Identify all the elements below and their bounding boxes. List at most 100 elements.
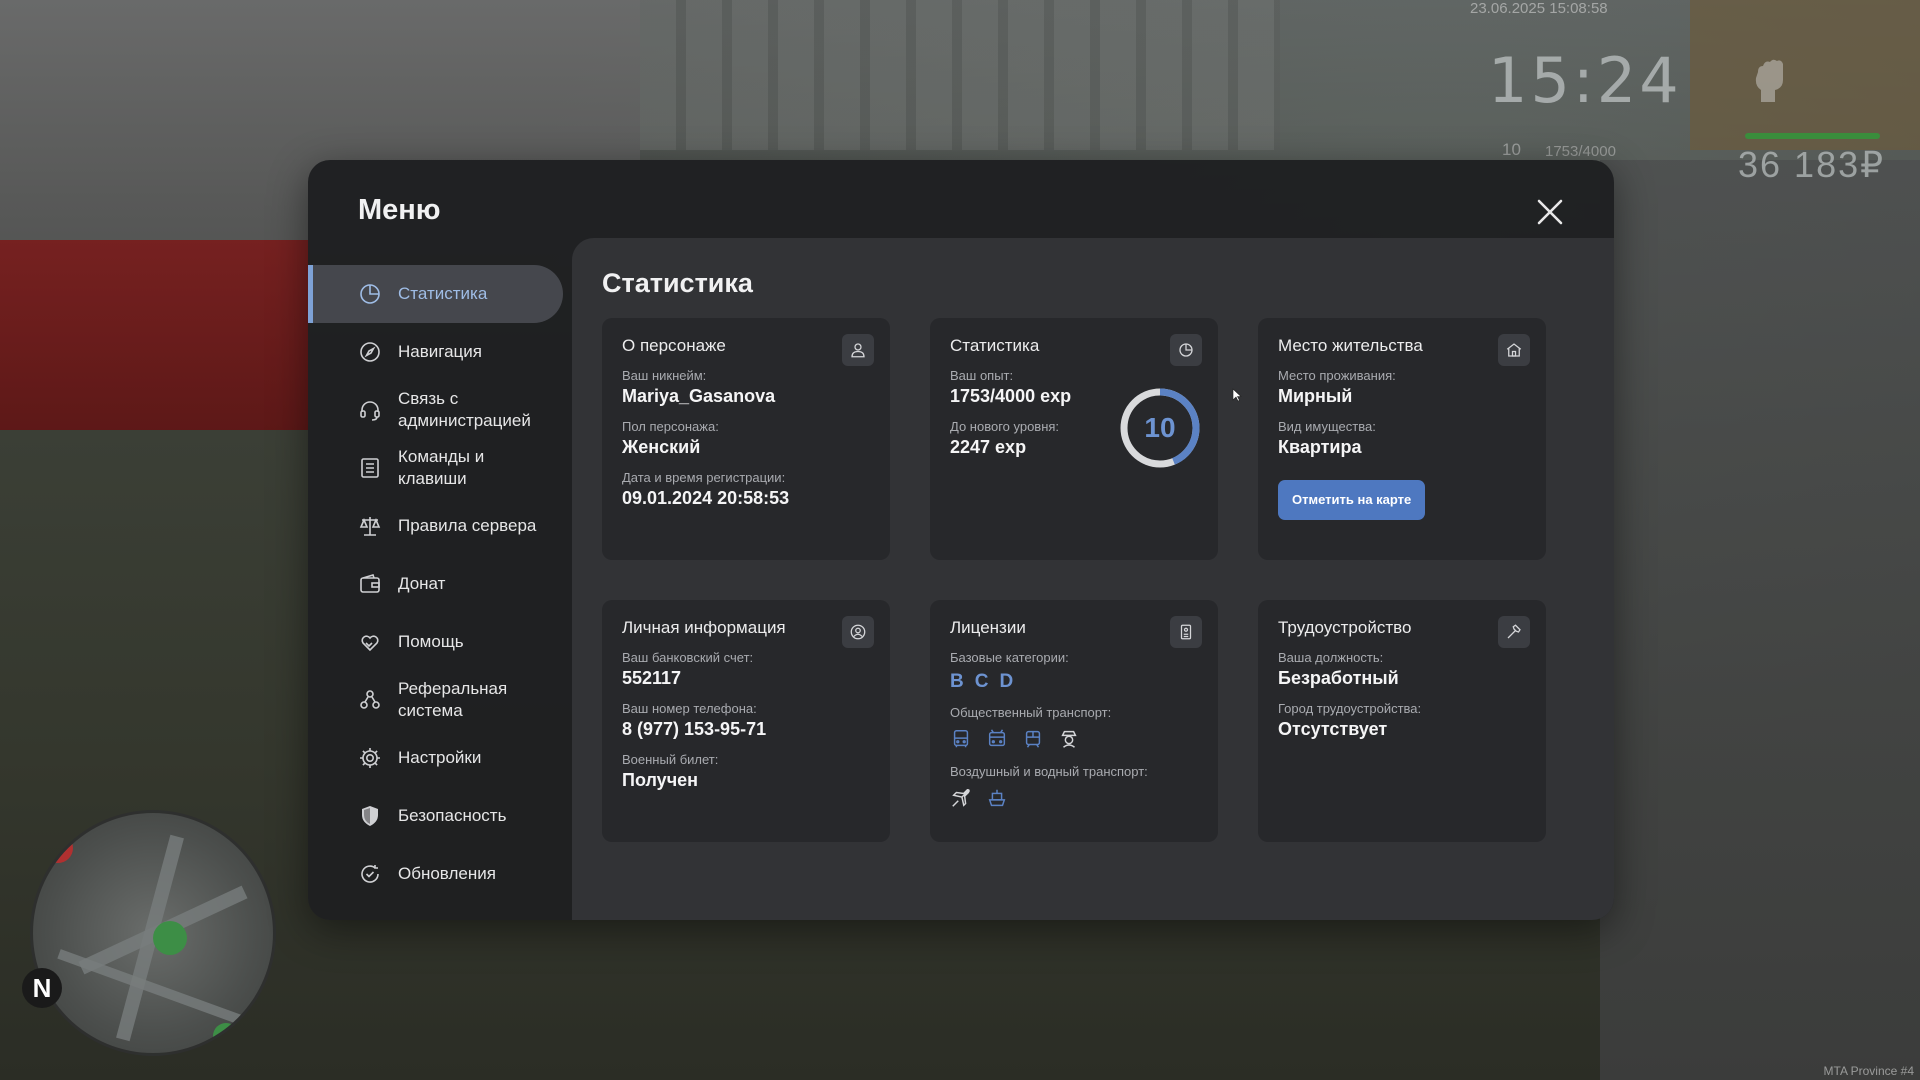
hammer-icon xyxy=(1498,616,1530,648)
card-licenses: Лицензии Базовые категории: B C D Общест… xyxy=(930,600,1218,842)
card-personal-info: Личная информация Ваш банковский счет: 5… xyxy=(602,600,890,842)
compass-icon xyxy=(358,340,382,364)
hud-exp: 1753/4000 xyxy=(1545,143,1616,160)
minimap-road xyxy=(57,949,249,1027)
card-title: Лицензии xyxy=(950,618,1026,637)
shield-icon xyxy=(358,804,382,828)
gender-value: Женский xyxy=(622,437,701,457)
refresh-check-icon xyxy=(358,862,382,886)
license-category: D xyxy=(999,671,1014,692)
exp-label: Ваш опыт: xyxy=(950,368,1014,383)
content-panel: Статистика О персонаже Ваш никнейм: Mari… xyxy=(572,238,1614,920)
registration-value: 09.01.2024 20:58:53 xyxy=(622,488,790,508)
property-type-label: Вид имущества: xyxy=(1278,419,1376,434)
gear-icon xyxy=(358,746,382,770)
pie-chart-icon xyxy=(358,282,382,306)
sidebar-item-commands[interactable]: Команды и клавиши xyxy=(308,439,563,497)
sidebar-item-donate[interactable]: Донат xyxy=(308,555,563,613)
sidebar-item-label: Безопасность xyxy=(398,806,507,825)
nickname-label: Ваш никнейм: xyxy=(622,368,707,383)
sidebar-item-rules[interactable]: Правила сервера xyxy=(308,497,563,555)
sidebar-item-help[interactable]: Помощь xyxy=(308,613,563,671)
sidebar-item-updates[interactable]: Обновления xyxy=(308,845,563,903)
card-about: О персонаже Ваш никнейм: Mariya_Gasanova… xyxy=(602,318,890,560)
public-transport-icons xyxy=(950,728,1198,752)
bank-account-value: 552117 xyxy=(622,668,682,688)
sidebar-item-referral[interactable]: Реферальная система xyxy=(308,671,563,729)
pie-chart-icon xyxy=(1170,334,1202,366)
card-statistics: Статистика Ваш опыт: 1753/4000 exp До но… xyxy=(930,318,1218,560)
sidebar-item-label: Навигация xyxy=(398,342,482,361)
user-icon xyxy=(842,334,874,366)
taxi-driver-icon xyxy=(1058,728,1082,752)
bank-account-label: Ваш банковский счет: xyxy=(622,650,754,665)
plane-icon xyxy=(950,787,974,811)
job-city-value: Отсутствует xyxy=(1278,719,1388,739)
user-circle-icon xyxy=(842,616,874,648)
card-title: О персонаже xyxy=(622,336,726,355)
sidebar-item-label: Правила сервера xyxy=(398,516,537,535)
wallet-icon xyxy=(358,572,382,596)
headset-icon xyxy=(358,398,382,422)
nickname-value: Mariya_Gasanova xyxy=(622,386,776,406)
sidebar-item-label: Донат xyxy=(398,574,446,593)
close-button[interactable] xyxy=(1534,196,1566,228)
gender-label: Пол персонажа: xyxy=(622,419,719,434)
job-position-value: Безработный xyxy=(1278,668,1399,688)
air-water-transport-label: Воздушный и водный транспорт: xyxy=(950,764,1148,779)
residence-place-value: Мирный xyxy=(1278,386,1353,406)
job-city-label: Город трудоустройства: xyxy=(1278,701,1422,716)
hud-health-bar xyxy=(1745,133,1880,139)
air-water-transport-icons xyxy=(950,787,1198,811)
sidebar-item-navigation[interactable]: Навигация xyxy=(308,323,563,381)
sidebar-item-statistics[interactable]: Статистика xyxy=(308,265,563,323)
background-road xyxy=(1600,160,1920,1080)
minimap[interactable] xyxy=(30,810,276,1056)
card-title: Личная информация xyxy=(622,618,786,637)
heart-hand-icon xyxy=(358,630,382,654)
hud-datetime: 23.06.2025 15:08:58 xyxy=(1470,0,1608,17)
card-title: Статистика xyxy=(950,336,1040,355)
registration-label: Дата и время регистрации: xyxy=(622,470,786,485)
tram-icon xyxy=(1022,728,1046,752)
sidebar-item-label: Помощь xyxy=(398,632,464,651)
card-title: Трудоустройство xyxy=(1278,618,1412,637)
license-category: B xyxy=(950,671,964,692)
bank-marker-icon xyxy=(213,1023,239,1049)
phone-label: Ваш номер телефона: xyxy=(622,701,757,716)
sidebar-item-label: Связь с администрацией xyxy=(398,389,531,430)
property-type-value: Квартира xyxy=(1278,437,1362,457)
document-list-icon xyxy=(358,456,382,480)
sidebar-item-label: Настройки xyxy=(398,748,482,767)
sidebar-item-security[interactable]: Безопасность xyxy=(308,787,563,845)
scales-icon xyxy=(358,514,382,538)
hud-level: 10 xyxy=(1502,140,1521,159)
boat-icon xyxy=(986,787,1010,811)
hud-money: 36 183₽ xyxy=(1738,144,1886,185)
license-icon xyxy=(1170,616,1202,648)
card-employment: Трудоустройство Ваша должность: Безработ… xyxy=(1258,600,1546,842)
level-number: 10 xyxy=(1144,412,1176,443)
military-id-label: Военный билет: xyxy=(622,752,719,767)
trolleybus-icon xyxy=(986,728,1010,752)
phone-value: 8 (977) 153-95-71 xyxy=(622,719,767,739)
sidebar: Статистика Навигация Связь с администрац… xyxy=(308,265,563,903)
license-categories: B C D xyxy=(950,671,1198,693)
page-title: Статистика xyxy=(602,268,753,298)
background-building xyxy=(640,0,1280,150)
close-icon xyxy=(1537,199,1563,225)
sidebar-item-settings[interactable]: Настройки xyxy=(308,729,563,787)
sidebar-item-label: Реферальная система xyxy=(398,679,508,720)
referral-icon xyxy=(358,688,382,712)
fist-icon xyxy=(1748,56,1790,104)
hud-clock: 15:24 xyxy=(1488,44,1682,117)
mark-on-map-button[interactable]: Отметить на карте xyxy=(1278,480,1426,520)
sidebar-item-label: Команды и клавиши xyxy=(398,447,485,488)
bus-icon xyxy=(950,728,974,752)
home-icon xyxy=(1498,334,1530,366)
card-residence: Место жительства Место проживания: Мирны… xyxy=(1258,318,1546,560)
public-transport-label: Общественный транспорт: xyxy=(950,705,1112,720)
background-house xyxy=(1690,0,1920,150)
menu-title: Меню xyxy=(358,194,441,226)
sidebar-item-admin-contact[interactable]: Связь с администрацией xyxy=(308,381,563,439)
